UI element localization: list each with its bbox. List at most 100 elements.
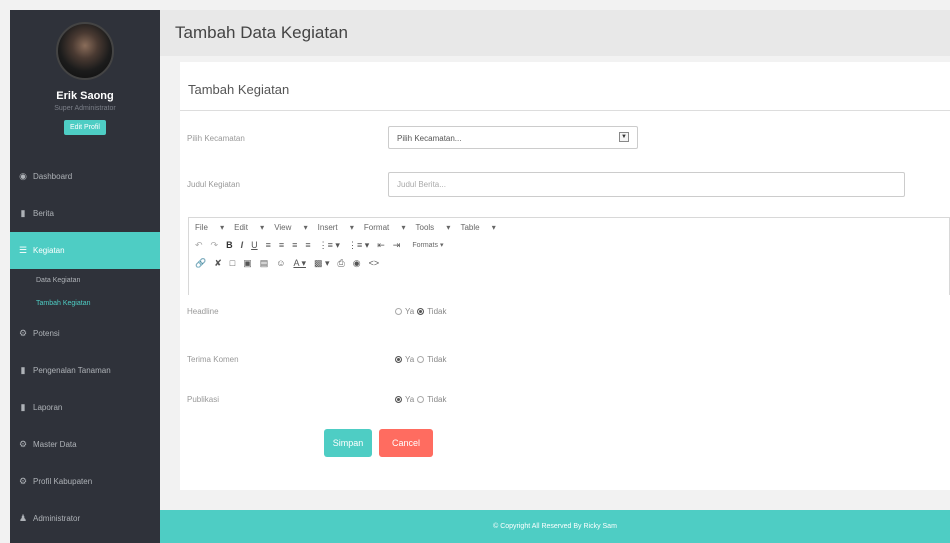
sidebar-item-label: Administrator <box>33 514 81 523</box>
editor-menu-format[interactable]: Format ▾ <box>364 223 406 232</box>
dashboard-icon: ◉ <box>19 171 27 181</box>
edit-profile-button[interactable]: Edit Profil <box>64 120 106 135</box>
text-color-icon[interactable]: A ▾ <box>293 258 306 269</box>
editor-menu-table[interactable]: Table ▾ <box>460 223 495 232</box>
cogs-icon: ⚙ <box>18 439 28 449</box>
cogs-icon: ⚙ <box>18 476 28 486</box>
sidebar-item-label: Master Data <box>33 440 77 449</box>
preview-icon[interactable]: ◉ <box>353 258 361 269</box>
sidebar-item-kegiatan[interactable]: ☰ Kegiatan <box>10 232 160 269</box>
unlink-icon[interactable]: ✘ <box>214 258 222 269</box>
print-icon[interactable]: ⎙ <box>338 258 345 269</box>
underline-icon[interactable]: U <box>251 240 258 250</box>
align-left-icon[interactable]: ≡ <box>266 240 271 250</box>
headline-radio-group: Ya Tidak <box>395 307 449 316</box>
sidebar-subitem-tambah-kegiatan[interactable]: Tambah Kegiatan <box>10 292 160 315</box>
panel-title: Tambah Kegiatan <box>188 82 290 97</box>
sidebar-item-profil-kabupaten[interactable]: ⚙ Profil Kabupaten <box>10 463 160 500</box>
numbered-list-icon[interactable]: ⋮≡ ▾ <box>348 240 369 251</box>
book-icon: ▮ <box>20 402 26 412</box>
book-icon: ▮ <box>20 365 26 375</box>
sidebar: Erik Saong Super Administrator Edit Prof… <box>10 10 160 543</box>
form-panel: Tambah Kegiatan Pilih Kecamatan Pilih Ke… <box>180 62 950 490</box>
cancel-button[interactable]: Cancel <box>379 429 433 457</box>
publikasi-radio-tidak[interactable] <box>417 396 425 403</box>
bookmark-icon[interactable]: □ <box>230 258 235 268</box>
divider <box>180 110 950 111</box>
undo-icon[interactable]: ↶ <box>195 240 203 251</box>
sidebar-item-potensi[interactable]: ⚙ Potensi <box>10 315 160 352</box>
copyright-text: © Copyright All Reserved By Ricky Sam <box>493 523 617 530</box>
sidebar-item-label: Dashboard <box>33 172 73 181</box>
profile-section: Erik Saong Super Administrator Edit Prof… <box>10 10 160 158</box>
kecamatan-select-value: Pilih Kecamatan... <box>397 134 462 143</box>
bold-icon[interactable]: B <box>226 240 233 250</box>
background-color-icon[interactable]: ▩ ▾ <box>314 258 330 269</box>
indent-icon[interactable]: ⇥ <box>393 240 401 251</box>
align-justify-icon[interactable]: ≡ <box>305 240 310 250</box>
sidebar-item-label: Profil Kabupaten <box>33 477 93 486</box>
outdent-icon[interactable]: ⇤ <box>377 240 385 251</box>
save-button[interactable]: Simpan <box>324 429 372 457</box>
sidebar-item-label: Laporan <box>33 403 63 412</box>
link-icon[interactable]: 🔗 <box>195 258 206 269</box>
avatar <box>56 22 114 80</box>
editor-toolbar-row-2: 🔗 ✘ □ ▣ ▤ ☺ A ▾ ▩ ▾ ⎙ ◉ <> <box>189 254 949 272</box>
headline-radio-ya[interactable] <box>395 308 402 315</box>
align-center-icon[interactable]: ≡ <box>279 240 284 250</box>
image-icon[interactable]: ▣ <box>243 258 252 269</box>
sidebar-item-pengenalan-tanaman[interactable]: ▮ Pengenalan Tanaman <box>10 352 160 389</box>
cogs-icon: ⚙ <box>18 328 28 338</box>
redo-icon[interactable]: ↷ <box>211 240 219 251</box>
editor-toolbar-row-1: ↶ ↷ B I U ≡ ≡ ≡ ≡ ⋮≡ ▾ ⋮≡ ▾ ⇤ ⇥ Formats … <box>189 236 949 254</box>
sidebar-item-label: Kegiatan <box>33 246 65 255</box>
sidebar-item-berita[interactable]: ▮ Berita <box>10 195 160 232</box>
sidebar-item-master-data[interactable]: ⚙ Master Data <box>10 426 160 463</box>
terima-komen-radio-ya[interactable] <box>395 356 402 363</box>
headline-label: Headline <box>187 307 219 316</box>
profile-name: Erik Saong <box>56 90 114 102</box>
emoticon-icon[interactable]: ☺ <box>276 258 285 268</box>
terima-komen-radio-tidak[interactable] <box>417 356 425 363</box>
footer: © Copyright All Reserved By Ricky Sam <box>160 510 950 543</box>
sidebar-item-label: Pengenalan Tanaman <box>33 366 111 375</box>
sidebar-item-label: Berita <box>33 209 54 218</box>
rich-text-editor[interactable]: File ▾ Edit ▾ View ▾ Insert ▾ Format ▾ T… <box>188 217 950 295</box>
judul-label: Judul Kegiatan <box>187 180 240 189</box>
chevron-down-icon: ▼ <box>619 132 629 142</box>
terima-komen-radio-group: Ya Tidak <box>395 355 449 364</box>
kecamatan-label: Pilih Kecamatan <box>187 134 245 143</box>
bullet-list-icon[interactable]: ⋮≡ ▾ <box>319 240 340 251</box>
align-right-icon[interactable]: ≡ <box>292 240 297 250</box>
sidebar-item-laporan[interactable]: ▮ Laporan <box>10 389 160 426</box>
page-title: Tambah Data Kegiatan <box>175 23 348 42</box>
publikasi-radio-ya[interactable] <box>395 396 402 403</box>
editor-menu-view[interactable]: View ▾ <box>274 223 307 232</box>
profile-role: Super Administrator <box>54 105 116 112</box>
headline-radio-tidak[interactable] <box>417 308 425 315</box>
editor-menu-tools[interactable]: Tools ▾ <box>416 223 451 232</box>
publikasi-label: Publikasi <box>187 395 220 404</box>
editor-menubar: File ▾ Edit ▾ View ▾ Insert ▾ Format ▾ T… <box>189 218 949 236</box>
page-header: Tambah Data Kegiatan <box>160 10 950 56</box>
publikasi-radio-group: Ya Tidak <box>395 395 449 404</box>
formats-dropdown[interactable]: Formats ▾ <box>412 241 443 249</box>
list-icon: ☰ <box>18 245 28 255</box>
italic-icon[interactable]: I <box>241 240 244 250</box>
kecamatan-select[interactable]: Pilih Kecamatan... ▼ <box>388 126 638 149</box>
editor-menu-insert[interactable]: Insert ▾ <box>318 223 354 232</box>
user-icon: ♟ <box>18 513 28 523</box>
sidebar-item-label: Potensi <box>33 329 60 338</box>
sidebar-item-administrator[interactable]: ♟ Administrator <box>10 500 160 537</box>
sidebar-subitem-label: Data Kegiatan <box>36 277 81 284</box>
terima-komen-label: Terima Komen <box>187 355 239 364</box>
judul-input[interactable]: Judul Berita... <box>388 172 905 197</box>
book-icon: ▮ <box>20 208 26 218</box>
editor-menu-file[interactable]: File ▾ <box>195 223 224 232</box>
sidebar-item-dashboard[interactable]: ◉ Dashboard <box>10 158 160 195</box>
code-icon[interactable]: <> <box>369 258 380 268</box>
media-icon[interactable]: ▤ <box>260 258 269 269</box>
editor-menu-edit[interactable]: Edit ▾ <box>234 223 264 232</box>
sidebar-subitem-label: Tambah Kegiatan <box>36 300 91 307</box>
sidebar-subitem-data-kegiatan[interactable]: Data Kegiatan <box>10 269 160 292</box>
